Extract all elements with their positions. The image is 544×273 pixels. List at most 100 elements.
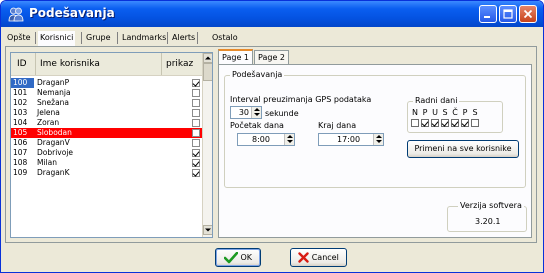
row-id: 102 bbox=[13, 98, 28, 107]
start-time-input[interactable]: 8:00 bbox=[237, 133, 295, 146]
scroll-thumb[interactable] bbox=[203, 63, 212, 81]
day-checkbox[interactable] bbox=[431, 119, 439, 127]
prikaz-checkbox[interactable] bbox=[192, 129, 200, 137]
prikaz-checkbox[interactable] bbox=[192, 139, 200, 147]
row-id: 109 bbox=[13, 168, 28, 177]
day-label: P bbox=[462, 108, 468, 117]
tab-opste[interactable]: Opšte bbox=[5, 31, 33, 46]
spinner-arrows-icon[interactable] bbox=[373, 134, 383, 145]
row-name: Jelena bbox=[37, 108, 60, 117]
table-row[interactable]: 103 Jelena bbox=[11, 108, 203, 118]
close-button[interactable] bbox=[519, 5, 537, 23]
tab-separator bbox=[167, 32, 168, 44]
tab-separator bbox=[81, 32, 82, 44]
table-row[interactable]: 106 DraganV bbox=[11, 138, 203, 148]
group-title: Podešavanja bbox=[230, 70, 285, 80]
row-id: 100 bbox=[11, 78, 34, 88]
tab-grupe[interactable]: Grupe bbox=[84, 31, 113, 46]
arrow-down-icon bbox=[205, 228, 211, 232]
row-name: DraganK bbox=[37, 168, 70, 177]
tab-page-2[interactable]: Page 2 bbox=[254, 50, 289, 64]
prikaz-checkbox[interactable] bbox=[192, 119, 200, 127]
day-label: U bbox=[432, 108, 438, 117]
tab-landmarks[interactable]: Landmarks bbox=[120, 31, 168, 46]
cancel-x-icon bbox=[298, 252, 309, 263]
row-name: Slobodan bbox=[37, 128, 72, 137]
prikaz-checkbox[interactable] bbox=[192, 109, 200, 117]
interval-spinner[interactable]: 30 bbox=[230, 106, 262, 119]
prikaz-checkbox[interactable] bbox=[192, 169, 200, 177]
table-row[interactable]: 107 Dobrivoje bbox=[11, 148, 203, 158]
row-id: 108 bbox=[13, 158, 28, 167]
column-header-id[interactable]: ID bbox=[11, 53, 36, 75]
day-label: P bbox=[422, 108, 428, 117]
row-name: DraganV bbox=[37, 138, 70, 147]
prikaz-checkbox[interactable] bbox=[192, 149, 200, 157]
cancel-button[interactable]: Cancel bbox=[290, 248, 347, 267]
table-row[interactable]: 100 DraganP bbox=[11, 78, 203, 88]
day-checkbox[interactable] bbox=[411, 119, 419, 127]
day-label: Č bbox=[452, 108, 458, 117]
tab-separator bbox=[197, 32, 198, 44]
minimize-button[interactable] bbox=[479, 5, 497, 23]
ok-label: OK bbox=[240, 253, 253, 262]
row-name: Snežana bbox=[37, 98, 70, 107]
table-row[interactable]: 109 DraganK bbox=[11, 168, 203, 178]
row-id: 105 bbox=[13, 128, 28, 137]
version-value: 3.20.1 bbox=[475, 217, 501, 226]
table-row[interactable]: 101 Nemanja bbox=[11, 88, 203, 98]
spinner-arrows-icon[interactable] bbox=[284, 134, 294, 145]
table-row[interactable]: 105 Slobodan bbox=[11, 128, 203, 138]
ok-button[interactable]: OK bbox=[215, 248, 261, 267]
minimize-icon bbox=[484, 16, 490, 18]
users-listview[interactable]: ID Ime korisnika prikaz 100 DraganP 101 Nem… bbox=[10, 52, 213, 238]
arrow-up-icon bbox=[205, 56, 211, 60]
tab-ostalo[interactable]: Ostalo bbox=[210, 31, 240, 46]
day-checkbox[interactable] bbox=[471, 119, 479, 127]
end-time-value: 17:00 bbox=[337, 135, 361, 144]
vertical-scrollbar[interactable] bbox=[202, 53, 212, 237]
table-row[interactable]: 102 Snežana bbox=[11, 98, 203, 108]
prikaz-checkbox[interactable] bbox=[192, 99, 200, 107]
title-bar[interactable]: Podešavanja bbox=[1, 1, 543, 27]
end-time-input[interactable]: 17:00 bbox=[318, 133, 384, 146]
scroll-up-button[interactable] bbox=[203, 53, 212, 63]
table-row[interactable]: 108 Milan bbox=[11, 158, 203, 168]
day-label: S bbox=[472, 108, 478, 117]
check-icon bbox=[223, 251, 238, 263]
row-id: 106 bbox=[13, 138, 28, 147]
start-time-value: 8:00 bbox=[252, 135, 270, 144]
list-rows: 100 DraganP 101 Nemanja 102 Snežana 103 Jelena 1… bbox=[11, 78, 203, 178]
row-id: 104 bbox=[13, 118, 28, 127]
window-title: Podešavanja bbox=[29, 6, 115, 20]
spinner-arrows-icon[interactable] bbox=[251, 107, 261, 118]
column-header-prikaz[interactable]: prikaz bbox=[162, 53, 203, 75]
day-label: N bbox=[412, 108, 418, 117]
day-checkbox[interactable] bbox=[441, 119, 449, 127]
interval-label: Interval preuzimanja GPS podataka bbox=[230, 95, 372, 104]
table-row[interactable]: 104 Zoran bbox=[11, 118, 203, 128]
interval-unit-label: sekunde bbox=[265, 109, 299, 118]
tab-korisnici[interactable]: Korisnici bbox=[38, 31, 76, 46]
maximize-button[interactable] bbox=[499, 5, 517, 23]
tab-alerts[interactable]: Alerts bbox=[170, 31, 197, 46]
podesavanja-group: Podešavanja Interval preuzimanja GPS pod… bbox=[224, 70, 526, 188]
row-name: Dobrivoje bbox=[37, 148, 74, 157]
korisnici-panel: ID Ime korisnika prikaz 100 DraganP 101 Nem… bbox=[5, 46, 537, 243]
tab-page-1[interactable]: Page 1 bbox=[218, 49, 253, 65]
day-checkbox[interactable] bbox=[461, 119, 469, 127]
column-header-name[interactable]: Ime korisnika bbox=[36, 53, 162, 75]
prikaz-checkbox[interactable] bbox=[192, 79, 200, 87]
row-id: 107 bbox=[13, 148, 28, 157]
row-name: Milan bbox=[37, 158, 57, 167]
day-checkbox[interactable] bbox=[451, 119, 459, 127]
version-group: Verzija softvera 3.20.1 bbox=[447, 201, 527, 232]
start-day-label: Početak dana bbox=[230, 121, 284, 130]
apply-all-users-button[interactable]: Primeni na sve korisnike bbox=[407, 140, 519, 158]
scroll-down-button[interactable] bbox=[203, 225, 212, 235]
prikaz-checkbox[interactable] bbox=[192, 159, 200, 167]
interval-value: 30 bbox=[238, 108, 249, 117]
prikaz-checkbox[interactable] bbox=[192, 89, 200, 97]
tab-separator bbox=[35, 32, 36, 44]
day-checkbox[interactable] bbox=[421, 119, 429, 127]
